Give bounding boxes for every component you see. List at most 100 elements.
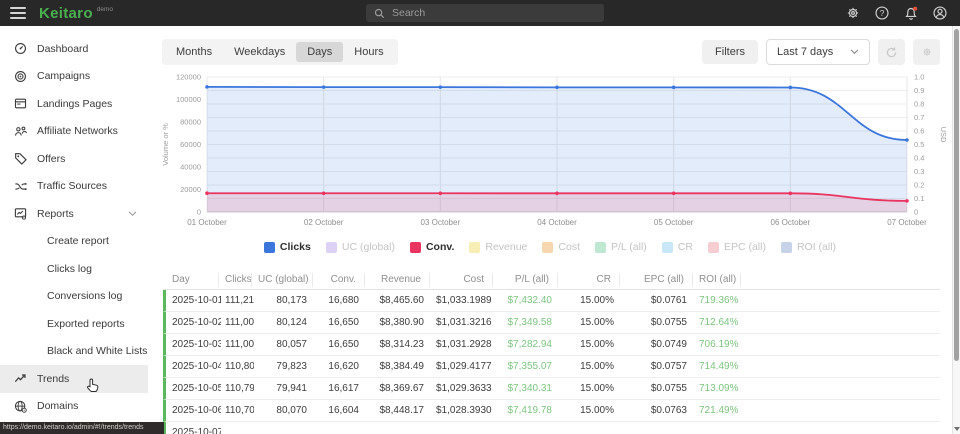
cell-uc-global: 79,823 — [254, 361, 315, 372]
col-header-revenue[interactable]: Revenue — [364, 273, 429, 287]
sidebar-item-landings-pages[interactable]: Landings Pages — [0, 90, 148, 118]
sidebar-item-clicks-log[interactable]: Clicks log — [0, 255, 148, 283]
brand-logo[interactable]: Keitaro — [39, 5, 93, 22]
col-header-clicks[interactable]: Clicks — [218, 273, 251, 287]
notifications-icon[interactable] — [903, 5, 919, 21]
cell-conv: 16,604 — [315, 405, 367, 416]
svg-text:0.8: 0.8 — [914, 100, 924, 109]
legend-item-clicks[interactable]: Clicks — [264, 241, 311, 253]
table-row[interactable]: 2025-10-01111,2180,17316,680$8,465.60$1,… — [163, 290, 940, 312]
col-header-epc-all[interactable]: EPC (all) — [619, 273, 692, 287]
table-body: 2025-10-01111,2180,17316,680$8,465.60$1,… — [163, 290, 940, 434]
cell-p-l-all: $7,282.94 — [495, 339, 560, 350]
sidebar-item-label: Landings Pages — [37, 98, 112, 110]
sidebar-item-reports[interactable]: Reports — [0, 200, 148, 228]
data-point[interactable] — [439, 85, 443, 89]
menu-icon[interactable] — [10, 7, 26, 19]
refresh-button[interactable] — [878, 39, 905, 65]
scrollbar-thumb[interactable] — [954, 29, 959, 361]
data-point[interactable] — [555, 192, 559, 196]
table-row[interactable]: 2025-10-07 — [163, 422, 940, 434]
vertical-scrollbar[interactable] — [952, 26, 960, 434]
sidebar-item-traffic-sources[interactable]: Traffic Sources — [0, 173, 148, 201]
legend-item-cost[interactable]: Cost — [542, 241, 580, 253]
cell-epc-all: $0.0749 — [622, 339, 695, 350]
sidebar-item-dashboard[interactable]: Dashboard — [0, 35, 148, 63]
data-point[interactable] — [205, 191, 209, 195]
cell-uc-global: 80,070 — [254, 405, 315, 416]
sidebar-item-trends[interactable]: Trends — [0, 365, 148, 393]
help-icon[interactable]: ? — [874, 5, 890, 21]
cell-conv: 16,620 — [315, 361, 367, 372]
legend-item-p-l-all[interactable]: P/L (all) — [595, 241, 647, 253]
table-row[interactable]: 2025-10-06110,7080,07016,604$8,448.17$1,… — [163, 400, 940, 422]
data-point[interactable] — [905, 199, 909, 203]
cell-uc-global: 80,173 — [254, 295, 315, 306]
offers-icon — [14, 152, 27, 165]
data-point[interactable] — [322, 191, 326, 195]
sidebar-item-black-and-white-lists[interactable]: Black and White Lists — [0, 338, 148, 366]
data-point[interactable] — [789, 86, 793, 90]
legend-item-revenue[interactable]: Revenue — [469, 241, 527, 253]
topbar-actions: ? — [845, 0, 948, 26]
scrollbar-down-arrow[interactable] — [954, 427, 960, 431]
chart-legend: Clicks UC (global) Conv. Revenue Cost P/L (al… — [148, 241, 952, 253]
chart-canvas: 02000040000600008000010000012000000.10.2… — [148, 70, 952, 236]
data-point[interactable] — [672, 192, 676, 196]
cell-conv: 16,680 — [315, 295, 367, 306]
cell-uc-global: 80,124 — [254, 317, 315, 328]
tab-weekdays[interactable]: Weekdays — [223, 42, 296, 62]
legend-item-roi-all[interactable]: ROI (all) — [781, 241, 836, 253]
table-row[interactable]: 2025-10-03111,0080,05716,650$8,314.23$1,… — [163, 334, 940, 356]
search-input[interactable]: Search — [366, 4, 604, 22]
settings-icon[interactable] — [845, 5, 861, 21]
legend-item-cr[interactable]: CR — [662, 241, 693, 253]
sidebar-item-create-report[interactable]: Create report — [0, 228, 148, 256]
svg-text:60000: 60000 — [180, 140, 201, 149]
col-header-cr[interactable]: CR — [557, 273, 619, 287]
date-range-select[interactable]: Last 7 days — [766, 39, 870, 65]
col-header-conv[interactable]: Conv. — [312, 273, 364, 287]
data-point[interactable] — [789, 192, 793, 196]
data-point[interactable] — [905, 138, 909, 142]
chart-settings-button[interactable] — [913, 39, 940, 65]
svg-text:0: 0 — [914, 208, 918, 217]
data-point[interactable] — [205, 85, 209, 89]
data-point[interactable] — [555, 86, 559, 90]
legend-item-epc-all[interactable]: EPC (all) — [708, 241, 766, 253]
col-header-p-l-all[interactable]: P/L (all) — [492, 273, 557, 287]
table-row[interactable]: 2025-10-05110,7979,94116,617$8,369.67$1,… — [163, 378, 940, 400]
tab-hours[interactable]: Hours — [343, 42, 394, 62]
cell-epc-all: $0.0761 — [622, 295, 695, 306]
data-point[interactable] — [439, 191, 443, 195]
sidebar-item-label: Trends — [37, 373, 69, 385]
sidebar-item-domains[interactable]: Domains — [0, 393, 148, 421]
account-icon[interactable] — [932, 5, 948, 21]
cell-epc-all: $0.0755 — [622, 317, 695, 328]
tab-days[interactable]: Days — [296, 42, 343, 62]
legend-label: Revenue — [485, 241, 527, 253]
col-header-uc-global[interactable]: UC (global) — [251, 273, 312, 287]
cell-clicks: 111,00 — [221, 317, 254, 328]
sidebar-item-campaigns[interactable]: Campaigns — [0, 63, 148, 91]
col-header-day[interactable]: Day — [163, 273, 218, 287]
sidebar-item-offers[interactable]: Offers — [0, 145, 148, 173]
cell-epc-all: $0.0757 — [622, 361, 695, 372]
status-url-bar: https://demo.keitaro.io/admin/#!/trends/… — [0, 422, 164, 434]
sidebar-item-exported-reports[interactable]: Exported reports — [0, 310, 148, 338]
legend-item-uc-global[interactable]: UC (global) — [326, 241, 395, 253]
data-point[interactable] — [322, 85, 326, 89]
sidebar-item-affiliate-networks[interactable]: Affiliate Networks — [0, 118, 148, 146]
table-row[interactable]: 2025-10-02111,0080,12416,650$8,380.90$1,… — [163, 312, 940, 334]
legend-item-conv[interactable]: Conv. — [410, 241, 454, 253]
table-row[interactable]: 2025-10-04110,8079,82316,620$8,384.49$1,… — [163, 356, 940, 378]
landings-icon — [14, 97, 27, 110]
tab-months[interactable]: Months — [165, 42, 223, 62]
chevron-down-icon — [850, 49, 859, 55]
col-header-roi-all[interactable]: ROI (all) — [692, 273, 740, 287]
col-header-cost[interactable]: Cost — [429, 273, 492, 287]
data-point[interactable] — [672, 86, 676, 90]
filters-button[interactable]: Filters — [702, 40, 758, 64]
refresh-icon — [885, 46, 898, 59]
sidebar-item-conversions-log[interactable]: Conversions log — [0, 283, 148, 311]
